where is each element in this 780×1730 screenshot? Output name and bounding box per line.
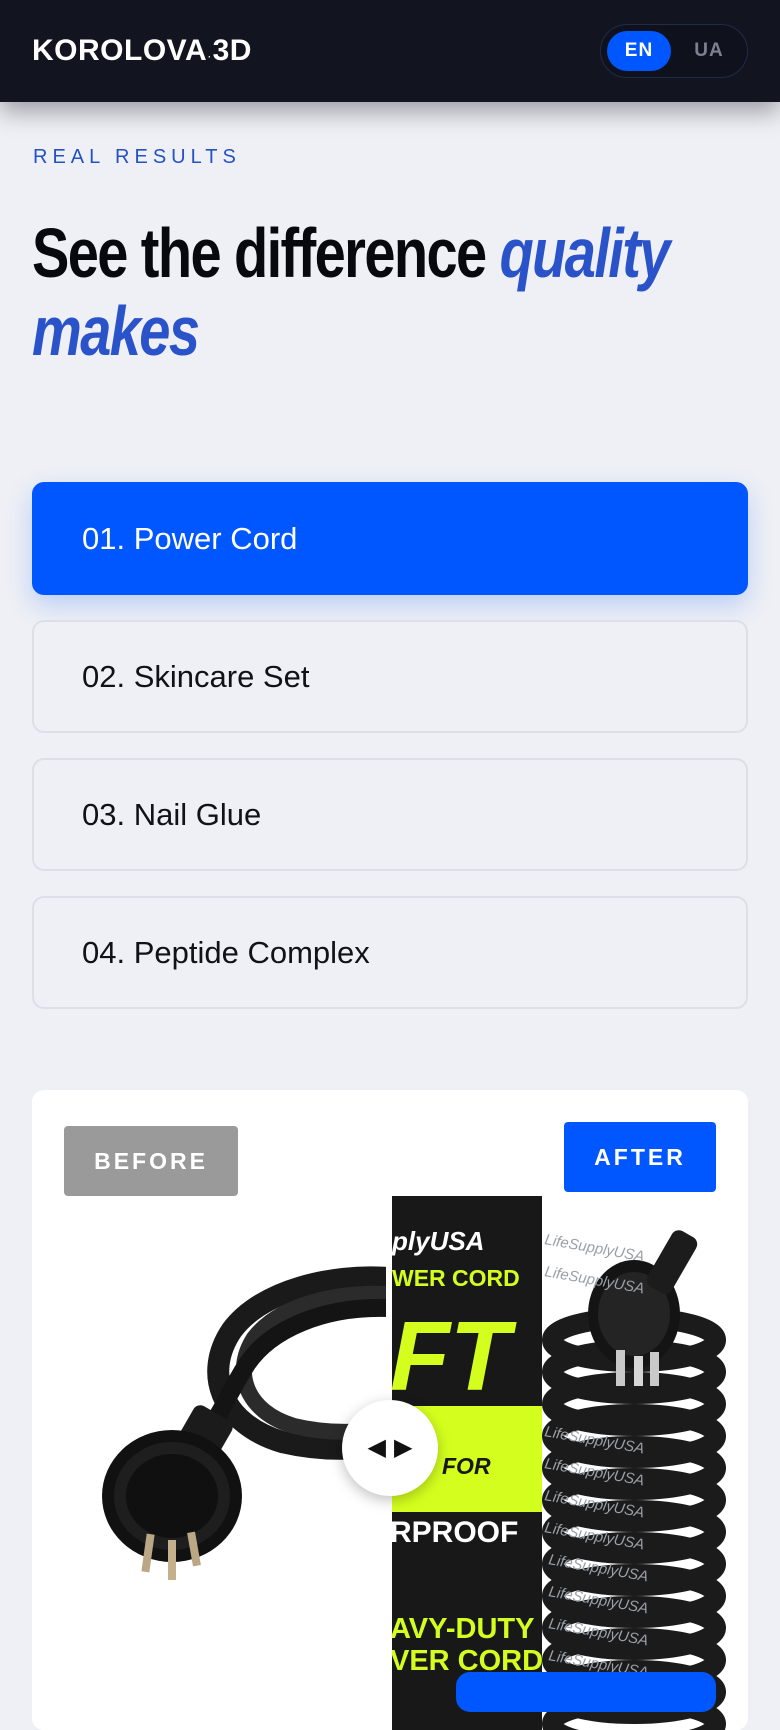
floating-cta-edge[interactable] [456, 1672, 716, 1712]
lang-ua-button[interactable]: UA [677, 31, 741, 71]
pack-line-5: AVY-DUTY [390, 1613, 534, 1645]
before-label: BEFORE [64, 1126, 238, 1196]
cord-print-1: LifeSupplyUSA [543, 1231, 645, 1265]
before-panel: BEFORE [32, 1094, 399, 1730]
logo-main: KOROLOVA [32, 34, 208, 67]
arrow-left-icon: ◀ [367, 1434, 386, 1461]
arrow-right-icon: ▶ [394, 1434, 413, 1461]
logo-suffix: 3D [212, 34, 252, 67]
product-tabs: 01. Power Cord 02. Skincare Set 03. Nail… [32, 482, 748, 1034]
section-eyebrow: REAL RESULTS [33, 146, 241, 168]
title-accent-1: quality [499, 214, 671, 292]
tab-nail-glue[interactable]: 03. Nail Glue [32, 758, 748, 871]
tab-peptide-complex[interactable]: 04. Peptide Complex [32, 896, 748, 1009]
before-after-slider[interactable]: BEFORE plyUSA WER CORD FT FOR RPROOF AVY… [32, 1090, 748, 1730]
after-label: AFTER [564, 1122, 716, 1192]
language-switcher: EN UA [600, 24, 748, 78]
tab-power-cord[interactable]: 01. Power Cord [32, 482, 748, 595]
brand-logo[interactable]: KOROLOVA · 3D [32, 34, 252, 68]
after-panel: plyUSA WER CORD FT FOR RPROOF AVY-DUTY V… [388, 1090, 748, 1730]
pack-line-4: RPROOF [390, 1516, 518, 1549]
pack-line-3: FOR [442, 1453, 491, 1479]
lang-en-button[interactable]: EN [607, 31, 671, 71]
slider-handle[interactable]: ◀ ▶ [342, 1400, 438, 1496]
title-plain: See the difference [32, 214, 487, 292]
logo-dot: · [208, 52, 212, 62]
pack-brand: plyUSA [391, 1226, 484, 1256]
top-bar: KOROLOVA · 3D EN UA [0, 0, 780, 102]
title-accent-2: makes [32, 292, 200, 370]
pack-line-1: WER CORD [392, 1265, 520, 1291]
pack-line-2: FT [390, 1301, 517, 1411]
tab-skincare-set[interactable]: 02. Skincare Set [32, 620, 748, 733]
section-title: See the difference quality makes [32, 214, 736, 370]
